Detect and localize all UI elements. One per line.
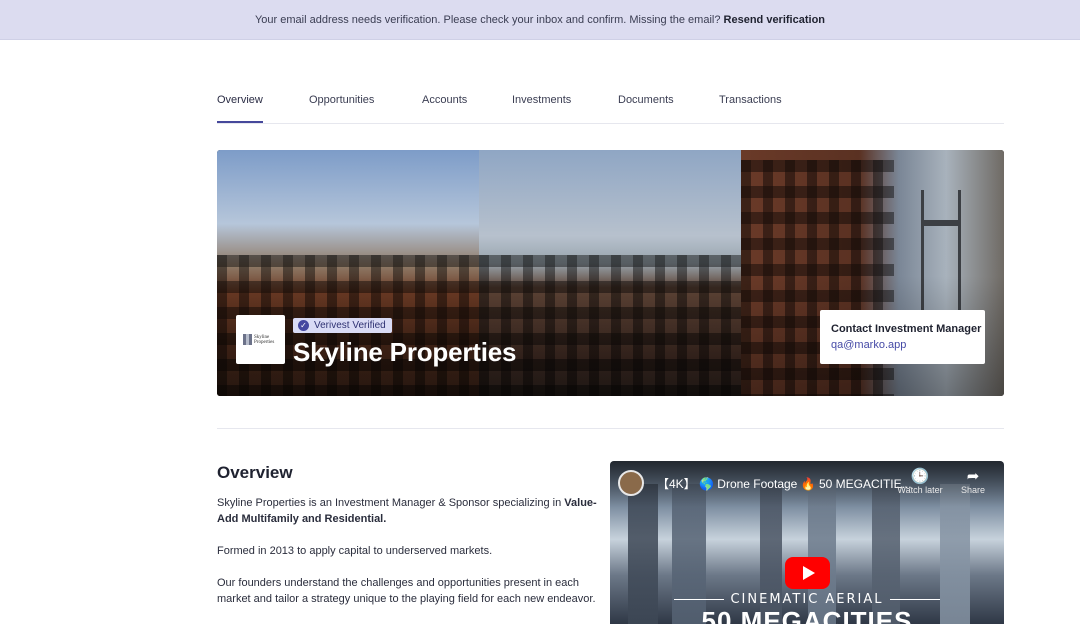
- tab-overview[interactable]: Overview: [217, 94, 263, 123]
- overview-intro: Skyline Properties is an Investment Mana…: [217, 495, 599, 527]
- resend-verification-link[interactable]: Resend verification: [724, 14, 825, 26]
- youtube-play-button[interactable]: [785, 557, 830, 589]
- banner-message: Your email address needs verification. P…: [254, 14, 721, 26]
- contact-email-link[interactable]: qa@marko.app: [831, 339, 985, 351]
- company-logo: Skyline Properties: [236, 315, 285, 364]
- tab-investments[interactable]: Investments: [512, 94, 571, 123]
- verification-banner: Your email address needs verification. P…: [0, 0, 1080, 40]
- verified-badge-label: Verivest Verified: [314, 320, 386, 331]
- logo-text: Skyline Properties: [254, 334, 275, 345]
- share-arrow-icon: ➦: [966, 468, 980, 485]
- verified-badge: ✓ Verivest Verified: [293, 318, 392, 333]
- video-embed[interactable]: 【4K】 🌎 Drone Footage 🔥 50 MEGACITIE... 🕒…: [610, 461, 1004, 624]
- logo-mark-icon: [243, 334, 252, 345]
- share-button[interactable]: ➦ Share: [950, 468, 996, 496]
- tab-accounts[interactable]: Accounts: [422, 94, 467, 123]
- contact-card: Contact Investment Manager qa@marko.app: [820, 310, 985, 364]
- hero-photo-2: [479, 150, 741, 396]
- verified-check-icon: ✓: [298, 320, 309, 331]
- watch-later-button[interactable]: 🕒 Watch later: [897, 468, 943, 496]
- clock-icon: 🕒: [910, 468, 930, 485]
- company-hero-banner: Skyline Properties ✓ Verivest Verified S…: [217, 150, 1004, 396]
- video-title[interactable]: 【4K】 🌎 Drone Footage 🔥 50 MEGACITIE...: [657, 475, 912, 492]
- share-label: Share: [960, 485, 986, 495]
- watch-later-label: Watch later: [897, 485, 943, 495]
- channel-avatar[interactable]: [618, 470, 644, 496]
- section-divider: [217, 428, 1004, 429]
- tab-transactions[interactable]: Transactions: [719, 94, 782, 123]
- overview-intro-text: Skyline Properties is an Investment Mana…: [217, 497, 562, 509]
- tab-bar: Overview Opportunities Accounts Investme…: [217, 86, 1004, 124]
- video-overlay-subtitle: CINEMATIC AERIAL: [610, 592, 1004, 607]
- overview-paragraph-2: Formed in 2013 to apply capital to under…: [217, 545, 493, 557]
- tab-opportunities[interactable]: Opportunities: [309, 94, 374, 123]
- overview-heading: Overview: [217, 463, 293, 482]
- contact-title: Contact Investment Manager: [831, 323, 982, 335]
- overview-paragraph-3: Our founders understand the challenges a…: [217, 577, 596, 605]
- company-name: Skyline Properties: [293, 337, 517, 367]
- tab-documents[interactable]: Documents: [618, 94, 674, 123]
- video-overlay-title: 50 MEGACITIES: [701, 606, 913, 624]
